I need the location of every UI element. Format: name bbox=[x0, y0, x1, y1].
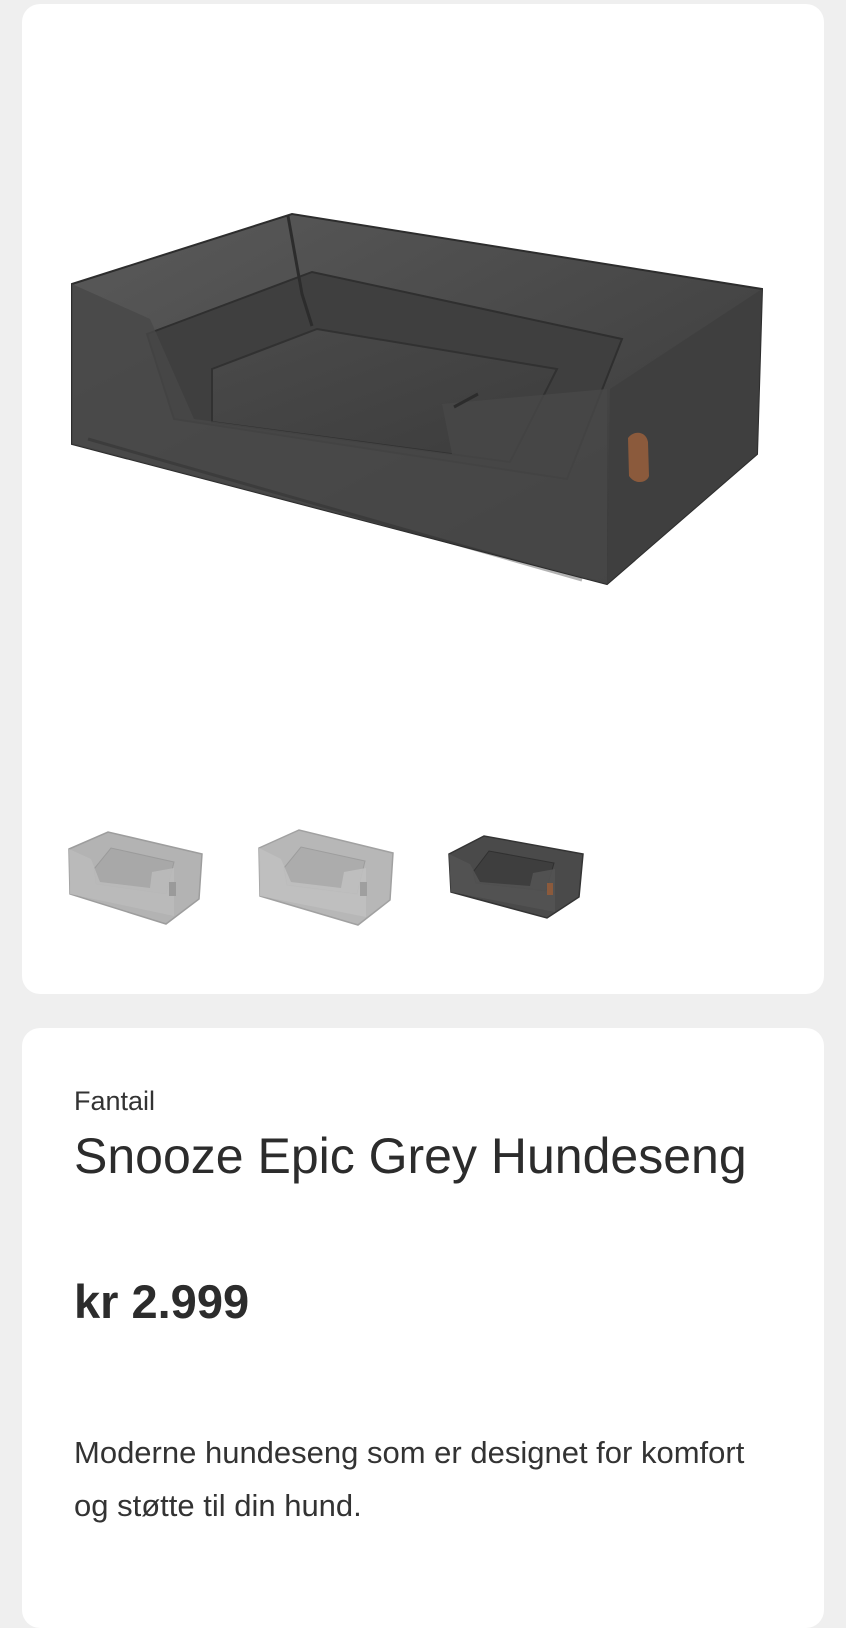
main-product-image[interactable] bbox=[62, 194, 802, 624]
leather-tag-icon bbox=[628, 432, 649, 483]
thumbnail-light-grey-1[interactable] bbox=[66, 824, 206, 934]
thumbnail-dark-grey[interactable] bbox=[446, 824, 586, 934]
product-info-card: Fantail Snooze Epic Grey Hundeseng kr 2.… bbox=[22, 1028, 824, 1628]
thumbnail-light-grey-2[interactable] bbox=[256, 824, 396, 934]
product-description: Moderne hundeseng som er designet for ko… bbox=[74, 1435, 745, 1523]
product-title: Snooze Epic Grey Hundeseng bbox=[74, 1128, 747, 1184]
product-gallery-card bbox=[22, 4, 824, 994]
brand-name: Fantail bbox=[74, 1086, 156, 1116]
thumbnail-list bbox=[66, 824, 586, 934]
product-price: kr 2.999 bbox=[74, 1275, 250, 1328]
